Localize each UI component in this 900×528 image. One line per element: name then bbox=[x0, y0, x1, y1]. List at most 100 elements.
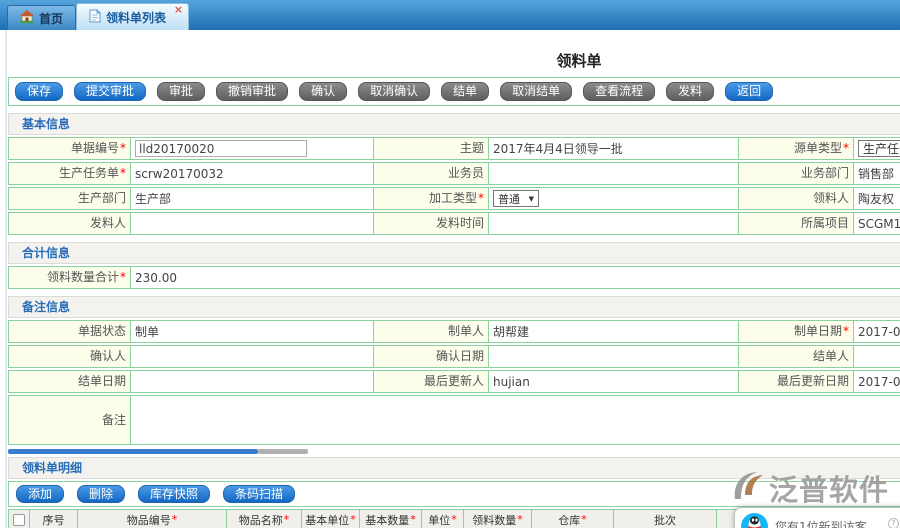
back-button[interactable]: 返回 bbox=[725, 82, 773, 101]
subject-value: 2017年4月4日领导一批 bbox=[488, 138, 738, 159]
col-item-no: 物品编号* bbox=[77, 510, 226, 528]
confirm-date-value bbox=[488, 346, 738, 367]
approve-button[interactable]: 审批 bbox=[157, 82, 205, 101]
select-all-cell bbox=[9, 510, 29, 528]
stock-snapshot-button[interactable]: 库存快照 bbox=[138, 485, 210, 503]
popup-close-icon[interactable]: ? bbox=[888, 518, 899, 528]
barcode-scan-button[interactable]: 条码扫描 bbox=[223, 485, 295, 503]
form-row: 单据编号* 主题 2017年4月4日领导一批 源单类型* 生产任务单▼ bbox=[8, 137, 900, 160]
doc-no-label: 单据编号* bbox=[9, 138, 130, 159]
left-rule bbox=[5, 30, 7, 528]
home-icon bbox=[20, 10, 34, 26]
issue-material-button[interactable]: 发料 bbox=[666, 82, 714, 101]
make-date-value: 2017-04-04 bbox=[853, 321, 900, 342]
cancel-settle-button[interactable]: 取消结单 bbox=[500, 82, 572, 101]
source-type-label: 源单类型* bbox=[738, 138, 853, 159]
col-base-qty: 基本数量* bbox=[359, 510, 421, 528]
settle-button[interactable]: 结单 bbox=[441, 82, 489, 101]
form-row: 确认人 确认日期 结单人 bbox=[8, 345, 900, 368]
last-updater-value: hujian bbox=[488, 371, 738, 392]
prod-dept-label: 生产部门 bbox=[9, 188, 130, 209]
project-label: 所属项目 bbox=[738, 213, 853, 234]
col-batch: 批次 bbox=[613, 510, 716, 528]
issuer-label: 发料人 bbox=[9, 213, 130, 234]
qq-chat-icon[interactable] bbox=[741, 513, 768, 528]
horizontal-scrollbar-thumb[interactable] bbox=[8, 449, 258, 454]
confirm-button[interactable]: 确认 bbox=[299, 82, 347, 101]
tab-home[interactable]: 首页 bbox=[7, 5, 76, 30]
form-container: 领料单 保存 提交审批 审批 撤销审批 确认 取消确认 结单 取消结单 查看流程… bbox=[8, 50, 900, 528]
salesman-label: 业务员 bbox=[373, 163, 488, 184]
form-row: 发料人 发料时间 所属项目 SCGM18 bbox=[8, 212, 900, 235]
make-date-label: 制单日期* bbox=[738, 321, 853, 342]
section-remark-info: 备注信息 bbox=[8, 296, 900, 318]
task-no-value: scrw20170032 bbox=[130, 163, 373, 184]
view-process-button[interactable]: 查看流程 bbox=[583, 82, 655, 101]
delete-row-button[interactable]: 删除 bbox=[77, 485, 125, 503]
qty-total-value: 230.00 bbox=[130, 267, 900, 288]
task-no-label: 生产任务单* bbox=[9, 163, 130, 184]
process-type-select[interactable]: 普通▼ bbox=[493, 190, 539, 207]
prod-dept-value: 生产部 bbox=[130, 188, 373, 209]
confirmer-label: 确认人 bbox=[9, 346, 130, 367]
tab-requisition-list[interactable]: 领料单列表 × bbox=[76, 3, 189, 30]
issuer-value bbox=[130, 213, 373, 234]
issue-time-value bbox=[488, 213, 738, 234]
note-value[interactable] bbox=[130, 396, 900, 444]
add-row-button[interactable]: 添加 bbox=[16, 485, 64, 503]
col-base-unit: 基本单位* bbox=[301, 510, 359, 528]
confirmer-value bbox=[130, 346, 373, 367]
close-date-label: 结单日期 bbox=[9, 371, 130, 392]
select-all-checkbox[interactable] bbox=[13, 514, 25, 526]
submit-approval-button[interactable]: 提交审批 bbox=[74, 82, 146, 101]
confirm-date-label: 确认日期 bbox=[373, 346, 488, 367]
document-icon bbox=[89, 9, 101, 26]
issue-time-label: 发料时间 bbox=[373, 213, 488, 234]
closer-label: 结单人 bbox=[738, 346, 853, 367]
last-update-date-label: 最后更新日期 bbox=[738, 371, 853, 392]
tab-close-icon[interactable]: × bbox=[174, 4, 183, 16]
revoke-approval-button[interactable]: 撤销审批 bbox=[216, 82, 288, 101]
picker-label: 领料人 bbox=[738, 188, 853, 209]
detail-toolbar: 添加 删除 库存快照 条码扫描 bbox=[8, 481, 900, 507]
last-updater-label: 最后更新人 bbox=[373, 371, 488, 392]
form-row: 生产部门 生产部 加工类型* 普通▼ 领料人 陶友权 bbox=[8, 187, 900, 210]
maker-label: 制单人 bbox=[373, 321, 488, 342]
close-date-value bbox=[130, 371, 373, 392]
col-unit: 单位* bbox=[421, 510, 463, 528]
qty-total-label: 领料数量合计* bbox=[9, 267, 130, 288]
cancel-confirm-button[interactable]: 取消确认 bbox=[358, 82, 430, 101]
section-detail: 领料单明细 bbox=[8, 457, 900, 479]
maker-value: 胡帮建 bbox=[488, 321, 738, 342]
salesman-value bbox=[488, 163, 738, 184]
form-row: 结单日期 最后更新人 hujian 最后更新日期 2017-04-04 bbox=[8, 370, 900, 393]
col-item-name: 物品名称* bbox=[226, 510, 301, 528]
section-total-info: 合计信息 bbox=[8, 242, 900, 264]
form-row: 备注 bbox=[8, 395, 900, 445]
col-qty: 领料数量* bbox=[463, 510, 531, 528]
visitor-popup[interactable]: 您有1位新到访客 ? bbox=[734, 507, 900, 528]
note-label: 备注 bbox=[9, 396, 130, 444]
source-type-select[interactable]: 生产任务单▼ bbox=[858, 140, 900, 157]
source-type-cell: 生产任务单▼ bbox=[853, 138, 900, 159]
page-title: 领料单 bbox=[8, 50, 900, 71]
save-button[interactable]: 保存 bbox=[15, 82, 63, 101]
form-row: 生产任务单* scrw20170032 业务员 业务部门 销售部 bbox=[8, 162, 900, 185]
closer-value bbox=[853, 346, 900, 367]
form-row: 单据状态 制单 制单人 胡帮建 制单日期* 2017-04-04 bbox=[8, 320, 900, 343]
tab-requisition-list-label: 领料单列表 bbox=[106, 9, 166, 26]
horizontal-scrollbar-track bbox=[258, 449, 308, 454]
last-update-date-value: 2017-04-04 bbox=[853, 371, 900, 392]
visitor-message: 您有1位新到访客 bbox=[775, 518, 867, 528]
horizontal-scrollbar bbox=[8, 449, 313, 454]
doc-no-cell bbox=[130, 138, 373, 159]
toolbar: 保存 提交审批 审批 撤销审批 确认 取消确认 结单 取消结单 查看流程 发料 … bbox=[8, 77, 900, 106]
form-row: 领料数量合计* 230.00 bbox=[8, 266, 900, 289]
project-value: SCGM18 bbox=[853, 213, 900, 234]
sales-dept-label: 业务部门 bbox=[738, 163, 853, 184]
col-warehouse: 仓库* bbox=[531, 510, 613, 528]
status-value: 制单 bbox=[130, 321, 373, 342]
doc-no-input[interactable] bbox=[135, 140, 307, 157]
sales-dept-value: 销售部 bbox=[853, 163, 900, 184]
col-seq: 序号 bbox=[29, 510, 77, 528]
